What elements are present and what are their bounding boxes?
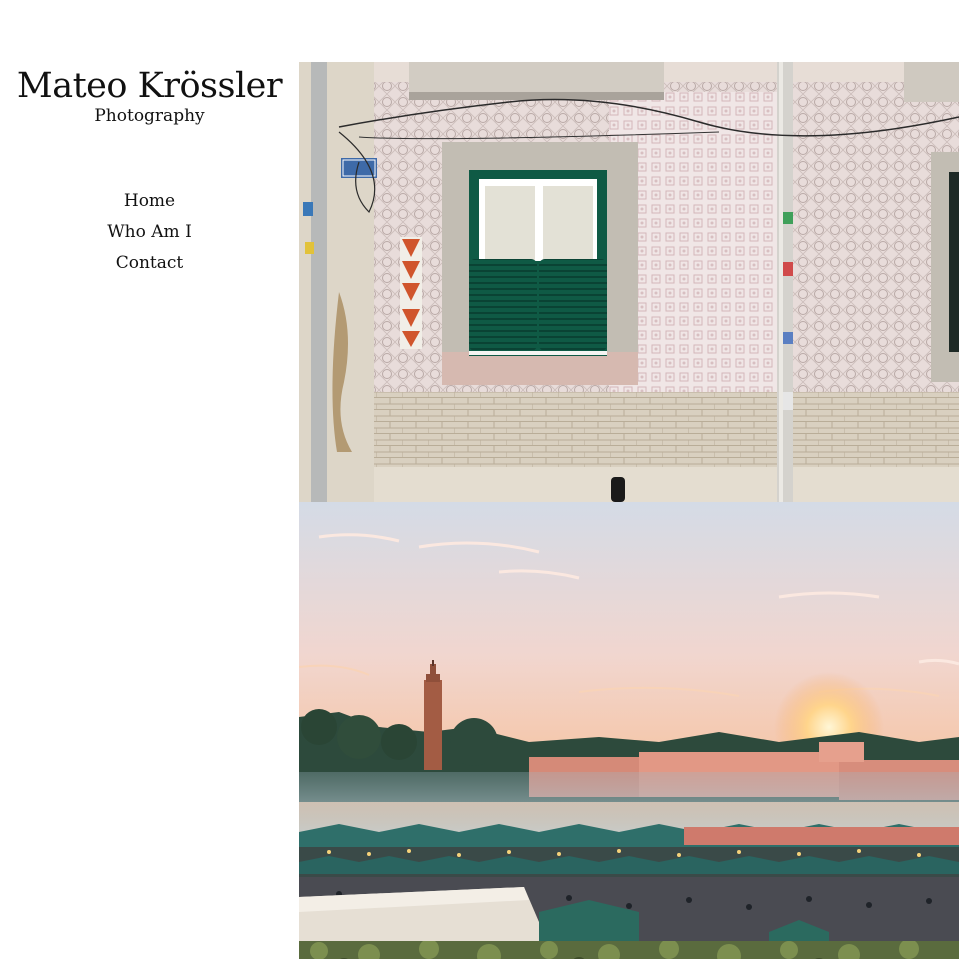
site-title[interactable]: Mateo Krössler [0, 62, 299, 106]
photo-gallery [299, 62, 959, 959]
nav-item-home[interactable]: Home [0, 186, 299, 217]
site-subtitle: Photography [94, 106, 205, 126]
main-nav: Home Who Am I Contact [0, 186, 299, 279]
facade-photo-image [299, 62, 959, 502]
sidebar: Mateo Krössler Photography Home Who Am I… [0, 62, 299, 959]
market-photo-image [299, 502, 959, 941]
gallery-photo-facade[interactable] [299, 62, 959, 502]
nav-item-who-am-i[interactable]: Who Am I [0, 217, 299, 248]
gallery-photo-market-sunset[interactable] [299, 502, 959, 941]
gallery-photo-foliage[interactable] [299, 941, 959, 959]
nav-item-contact[interactable]: Contact [0, 248, 299, 279]
foliage-photo-image [299, 941, 959, 959]
